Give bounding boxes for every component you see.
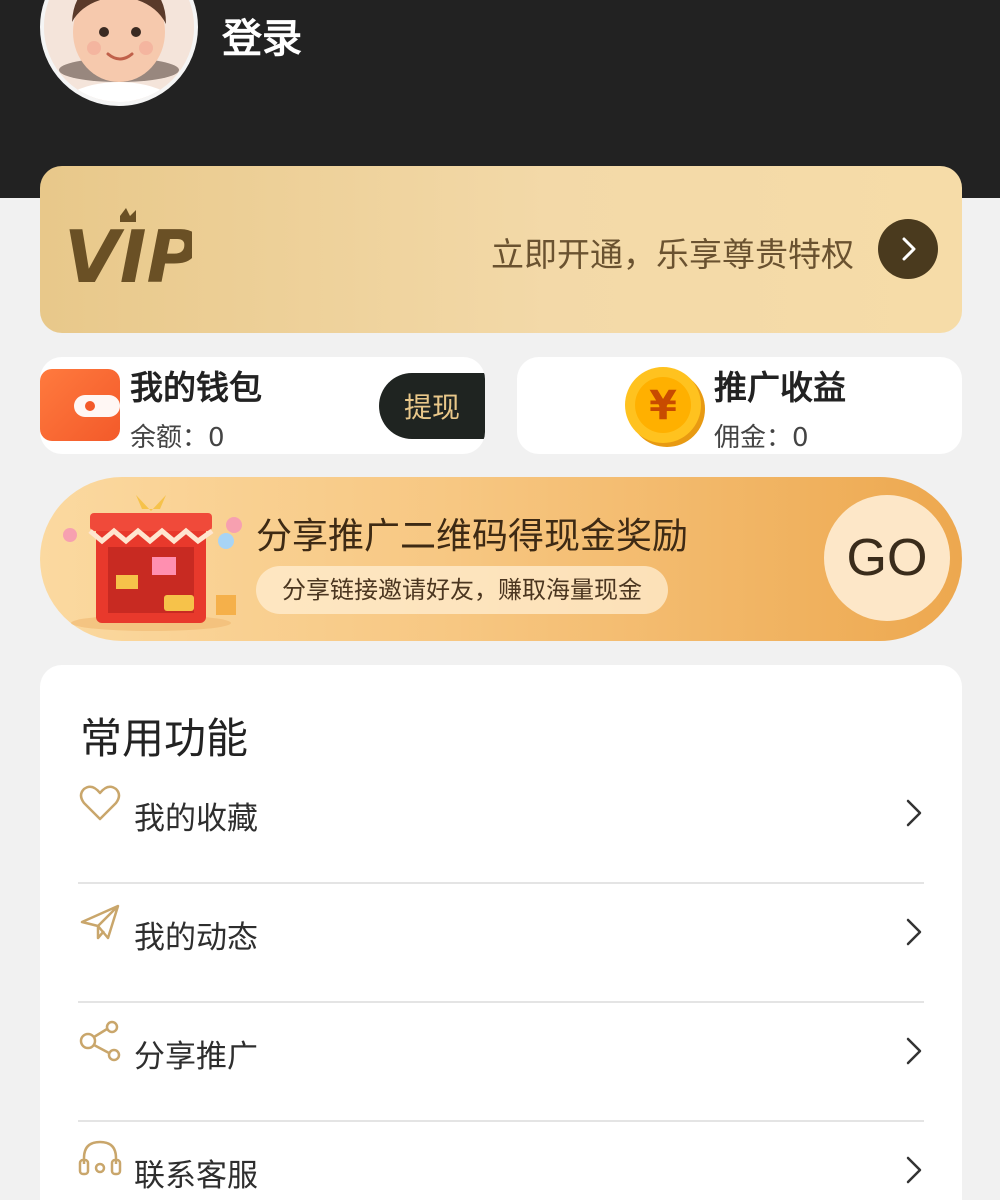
menu-item-label: 分享推广 bbox=[134, 1039, 258, 1075]
vip-open-button[interactable] bbox=[878, 219, 938, 279]
coin-icon: ¥ bbox=[623, 363, 707, 453]
menu-item-label: 联系客服 bbox=[134, 1158, 258, 1194]
common-functions-panel: 常用功能 我的收藏 我的动态 分享推广 联系客服 bbox=[40, 665, 962, 1200]
coin-symbol: ¥ bbox=[649, 383, 677, 429]
wallet-card[interactable]: 我的钱包 余额：0 提现 bbox=[40, 357, 485, 454]
wallet-balance: 余额：0 bbox=[130, 423, 225, 453]
vip-logo: VIP bbox=[62, 206, 199, 299]
chevron-right-icon bbox=[904, 1154, 924, 1190]
menu-item-customer-service[interactable]: 联系客服 bbox=[78, 1122, 924, 1200]
menu-item-moments[interactable]: 我的动态 bbox=[78, 884, 924, 1003]
menu-item-label: 我的动态 bbox=[134, 920, 258, 956]
chevron-right-icon bbox=[904, 1035, 924, 1071]
earnings-card[interactable]: ¥ 推广收益 佣金：0 bbox=[517, 357, 962, 454]
headset-icon bbox=[78, 1138, 122, 1186]
vip-logo-text: VIP bbox=[64, 215, 192, 292]
go-button[interactable]: GO bbox=[824, 495, 950, 621]
cartoon-avatar-icon bbox=[44, 0, 194, 102]
crown-icon bbox=[120, 208, 136, 222]
share-promo-banner[interactable]: 分享推广二维码得现金奖励 分享链接邀请好友，赚取海量现金 GO bbox=[40, 477, 962, 641]
withdraw-button[interactable]: 提现 bbox=[379, 373, 485, 439]
vip-tagline: 立即开通，乐享尊贵特权 bbox=[491, 235, 854, 274]
promo-subtitle: 分享链接邀请好友，赚取海量现金 bbox=[256, 566, 668, 614]
menu-item-share[interactable]: 分享推广 bbox=[78, 1003, 924, 1122]
login-link[interactable]: 登录 bbox=[222, 6, 302, 64]
menu-item-favorites[interactable]: 我的收藏 bbox=[78, 765, 924, 884]
chevron-right-icon bbox=[902, 237, 916, 261]
share-icon bbox=[78, 1019, 122, 1067]
gift-shop-icon bbox=[56, 485, 246, 639]
promo-title: 分享推广二维码得现金奖励 bbox=[256, 516, 689, 557]
wallet-icon bbox=[40, 369, 120, 441]
paper-plane-icon bbox=[78, 900, 122, 948]
chevron-right-icon bbox=[904, 797, 924, 833]
chevron-right-icon bbox=[904, 916, 924, 952]
section-title: 常用功能 bbox=[80, 714, 249, 763]
earnings-title: 推广收益 bbox=[714, 368, 846, 407]
earnings-commission: 佣金：0 bbox=[714, 423, 809, 453]
menu-item-label: 我的收藏 bbox=[134, 801, 258, 837]
wallet-title: 我的钱包 bbox=[130, 368, 262, 407]
avatar[interactable] bbox=[40, 0, 198, 106]
heart-icon bbox=[78, 781, 122, 829]
vip-banner[interactable]: VIP 立即开通，乐享尊贵特权 bbox=[40, 166, 962, 333]
